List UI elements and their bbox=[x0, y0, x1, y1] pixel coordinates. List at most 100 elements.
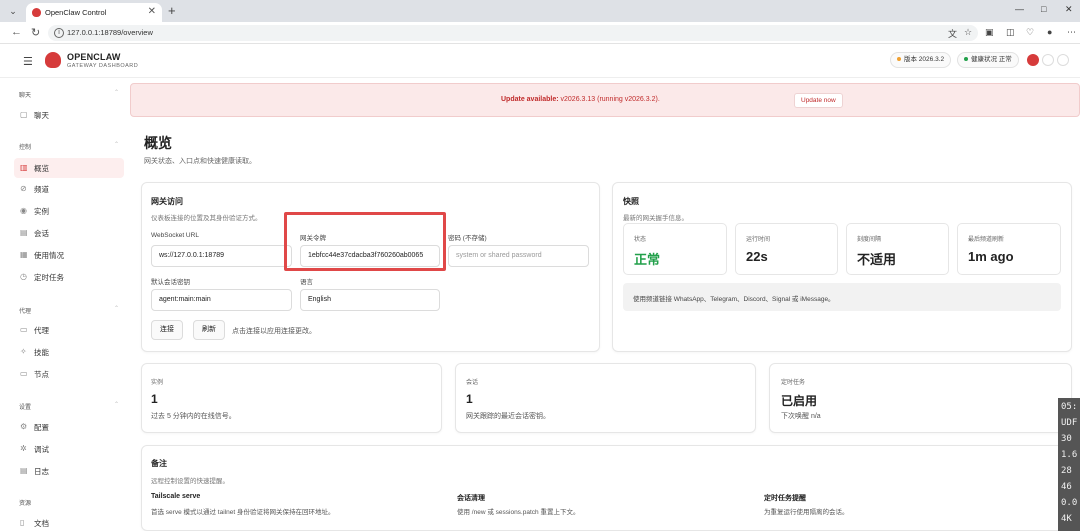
folder-icon: ▭ bbox=[20, 325, 28, 334]
overlay-line: UDF bbox=[1061, 418, 1078, 428]
sidebar-item-instances[interactable]: ◉ 实例 bbox=[14, 201, 124, 221]
chevron-up-icon[interactable]: ⌃ bbox=[114, 401, 119, 408]
new-tab-icon[interactable]: + bbox=[168, 3, 176, 18]
back-icon[interactable]: ← bbox=[11, 26, 22, 38]
menu-toggle-icon[interactable]: ☰ bbox=[23, 55, 33, 68]
sidebar-item-label: 代理 bbox=[34, 326, 49, 335]
tab-title: OpenClaw Control bbox=[45, 8, 107, 17]
health-dot-icon bbox=[964, 57, 968, 62]
profile-avatar-icon[interactable]: ● bbox=[1047, 27, 1052, 37]
bar-chart-icon: ▦ bbox=[20, 250, 28, 259]
language-label: 语言 bbox=[300, 279, 313, 286]
system-overlay: 05: UDF 30 1.6 28 46 0.0 4K bbox=[1058, 398, 1080, 531]
clock-icon: ◷ bbox=[20, 272, 27, 281]
websocket-url-input[interactable]: ws://127.0.0.1:18789 bbox=[151, 245, 292, 267]
sidebar-item-channels[interactable]: ⊘ 频道 bbox=[14, 179, 124, 199]
sidebar-item-label: 实例 bbox=[34, 207, 49, 216]
notes-card bbox=[141, 445, 1072, 531]
extension-ia-icon[interactable]: ▣ bbox=[985, 27, 994, 38]
mini-card-value: 已启用 bbox=[781, 394, 818, 408]
sidebar-item-docs[interactable]: ▯ 文档 bbox=[14, 513, 124, 531]
gateway-card-title: 网关访问 bbox=[151, 197, 183, 206]
notes-card-title: 备注 bbox=[151, 459, 167, 468]
bug-icon: ✲ bbox=[20, 444, 27, 453]
openclaw-favicon-icon bbox=[32, 8, 41, 17]
sidebar-item-sessions[interactable]: ▤ 会话 bbox=[14, 223, 124, 243]
bookmark-star-icon[interactable]: ☆ bbox=[964, 27, 972, 38]
browser-tab[interactable]: OpenClaw Control ✕ bbox=[26, 3, 162, 22]
sidebar-item-cron[interactable]: ◷ 定时任务 bbox=[14, 267, 124, 287]
password-label: 密码 (不存储) bbox=[448, 235, 487, 242]
overlay-line: 1.6 bbox=[1061, 450, 1078, 460]
overlay-line: 46 bbox=[1061, 482, 1072, 492]
site-info-icon[interactable]: i bbox=[54, 28, 64, 38]
sidebar-item-logs[interactable]: ▤ 日志 bbox=[14, 461, 124, 481]
maximize-icon[interactable]: □ bbox=[1041, 4, 1046, 14]
password-input[interactable]: system or shared password bbox=[448, 245, 589, 267]
sidebar-item-nodes[interactable]: ▭ 节点 bbox=[14, 364, 124, 384]
favorites-icon[interactable]: ♡ bbox=[1026, 27, 1034, 38]
update-version: v2026.3.13 (running v2026.3.2). bbox=[558, 96, 660, 103]
session-key-input[interactable]: agent:main:main bbox=[151, 289, 292, 311]
sidebar-item-label: 文档 bbox=[34, 519, 49, 528]
overlay-line: 05: bbox=[1061, 402, 1078, 412]
note-body: 使用 /new 或 sessions.patch 重置上下文。 bbox=[457, 509, 580, 516]
snapshot-card-title: 快照 bbox=[623, 197, 639, 206]
more-menu-icon[interactable]: ⋯ bbox=[1067, 27, 1076, 38]
chevron-up-icon[interactable]: ⌃ bbox=[114, 305, 119, 312]
update-text: Update available: v2026.3.13 (running v2… bbox=[501, 96, 660, 103]
overlay-line: 28 bbox=[1061, 466, 1072, 476]
health-text: 健康状况 正常 bbox=[971, 56, 1012, 63]
language-select[interactable]: English bbox=[300, 289, 440, 311]
file-text-icon: ▤ bbox=[20, 466, 28, 475]
close-window-icon[interactable]: ✕ bbox=[1065, 4, 1073, 15]
reload-icon[interactable]: ↻ bbox=[31, 26, 40, 39]
extensions-icon[interactable]: ◫ bbox=[1006, 27, 1015, 38]
mini-card-label: 会话 bbox=[466, 380, 479, 386]
chevron-up-icon[interactable]: ⌃ bbox=[114, 89, 119, 96]
mini-card-label: 实例 bbox=[151, 380, 164, 386]
stat-tick-interval: 刻度间隔 不适用 bbox=[846, 223, 949, 275]
stat-value: 1m ago bbox=[968, 249, 1014, 264]
address-bar[interactable]: i 127.0.0.1:18789/overview bbox=[48, 25, 978, 41]
mini-card-label: 定时任务 bbox=[781, 380, 806, 386]
sidebar-item-overview[interactable]: ▥ 概览 bbox=[14, 158, 124, 178]
token-highlight-box bbox=[284, 212, 446, 271]
stat-label: 刻度间隔 bbox=[857, 237, 882, 243]
sidebar-item-label: 使用情况 bbox=[34, 251, 64, 260]
theme-dark-icon[interactable] bbox=[1027, 54, 1039, 66]
gear-icon: ⚙ bbox=[20, 422, 28, 431]
sidebar-item-skills[interactable]: ✧ 技能 bbox=[14, 342, 124, 362]
connect-button[interactable]: 连接 bbox=[151, 320, 183, 340]
mini-card-value: 1 bbox=[151, 392, 158, 406]
sidebar-item-usage[interactable]: ▦ 使用情况 bbox=[14, 245, 124, 265]
update-now-button[interactable]: Update now bbox=[794, 93, 843, 108]
sidebar-item-chat[interactable]: ▢ 聊天 bbox=[14, 105, 124, 125]
sidebar-item-debug[interactable]: ✲ 调试 bbox=[14, 439, 124, 459]
theme-system-icon[interactable] bbox=[1057, 54, 1069, 66]
chart-bar-icon: ▥ bbox=[20, 163, 28, 172]
translate-icon[interactable]: 文 bbox=[948, 27, 957, 40]
sidebar-item-label: 节点 bbox=[34, 370, 49, 379]
openclaw-logo bbox=[45, 52, 61, 68]
overlay-line: 4K bbox=[1061, 514, 1072, 524]
sidebar-section-control: 控制 bbox=[19, 145, 32, 151]
sidebar-item-config[interactable]: ⚙ 配置 bbox=[14, 417, 124, 437]
snapshot-card-subtitle: 最新的网关握手信息。 bbox=[623, 215, 688, 222]
chevron-up-icon[interactable]: ⌃ bbox=[114, 141, 119, 148]
theme-light-icon[interactable] bbox=[1042, 54, 1054, 66]
app-header: ☰ OPENCLAW GATEWAY DASHBOARD 版本 2026.3.2… bbox=[0, 44, 1080, 78]
monitor-icon: ▭ bbox=[20, 369, 28, 378]
stat-value: 22s bbox=[746, 249, 768, 264]
tab-close-icon[interactable]: ✕ bbox=[148, 6, 156, 17]
channel-note-text: 使用频道链接 WhatsApp、Telegram、Discord、Signal … bbox=[633, 296, 835, 303]
minimize-icon[interactable]: — bbox=[1015, 4, 1024, 14]
sidebar-section-agents: 代理 bbox=[19, 309, 32, 315]
sidebar-item-agents[interactable]: ▭ 代理 bbox=[14, 320, 124, 340]
tab-list-icon[interactable]: ⌄ bbox=[6, 4, 20, 18]
book-icon: ▯ bbox=[20, 518, 25, 527]
refresh-button[interactable]: 刷新 bbox=[193, 320, 225, 340]
note-title: 定时任务提醒 bbox=[764, 495, 806, 502]
sidebar-item-label: 定时任务 bbox=[34, 273, 64, 282]
notes-card-subtitle: 远程控制设置的快速提醒。 bbox=[151, 478, 229, 485]
